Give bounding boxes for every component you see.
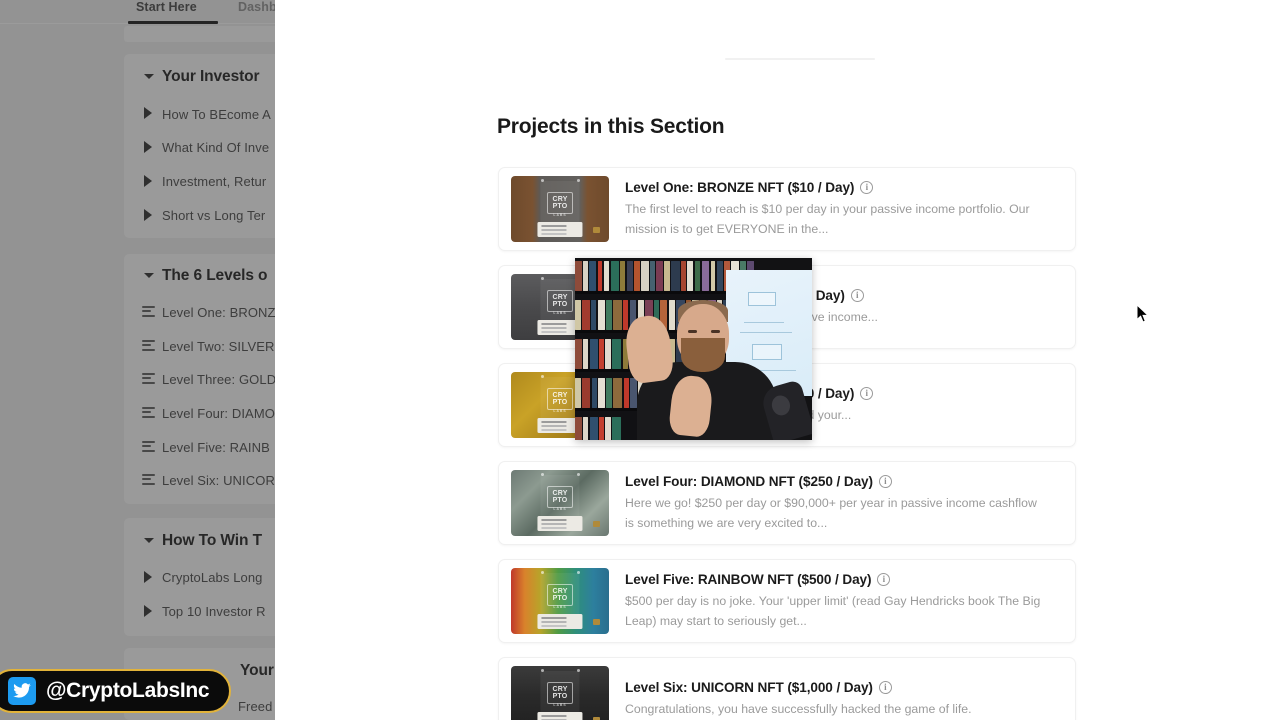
project-card-level-five[interactable]: CRY PTO LABS Level Five: RAINBOW NFT ($500… xyxy=(498,559,1076,643)
sidebar-item-level-one[interactable]: Level One: BRONZ xyxy=(162,305,275,320)
sidebar-item-level-two[interactable]: Level Two: SILVER xyxy=(162,339,275,354)
cryptolabs-logo-icon: CRY PTO LABS xyxy=(547,387,573,413)
sidebar-group-title-your-freedom: Your I xyxy=(240,662,275,679)
cryptolabs-logo-icon: CRY PTO LABS xyxy=(547,485,573,511)
sidebar-item-what-kind[interactable]: What Kind Of Inve xyxy=(162,140,269,155)
project-card-level-four[interactable]: CRY PTO LABS Level Four: DIAMOND NFT ($250… xyxy=(498,461,1076,545)
sidebar-item-investment-return[interactable]: Investment, Retur xyxy=(162,174,266,189)
chevron-right-icon[interactable] xyxy=(144,175,152,187)
project-title: Level Six: UNICORN NFT ($1,000 / Day) xyxy=(625,679,873,695)
project-title: Level One: BRONZE NFT ($10 / Day) xyxy=(625,179,855,195)
project-card-title-row: Level Four: DIAMOND NFT ($250 / Day) i xyxy=(625,474,1063,489)
tab-dashboard[interactable]: Dashb xyxy=(238,0,275,14)
chevron-down-icon[interactable] xyxy=(144,273,154,278)
project-card-title-row: Level One: BRONZE NFT ($10 / Day) i xyxy=(625,180,1063,195)
nft-thumbnail-unicorn: CRY PTO LABS xyxy=(511,666,609,720)
project-description: Here we go! $250 per day or $90,000+ per… xyxy=(625,495,1037,530)
sidebar-item-cryptolabs-long[interactable]: CryptoLabs Long xyxy=(162,570,263,585)
sidebar-group-title-six-levels: The 6 Levels o xyxy=(162,267,268,284)
chevron-down-icon[interactable] xyxy=(144,538,154,543)
list-lines-icon xyxy=(142,407,155,418)
nft-thumbnail-bronze: CRY PTO LABS xyxy=(511,176,609,242)
chevron-right-icon[interactable] xyxy=(144,209,152,221)
sidebar-item-how-to-become[interactable]: How To BEcome A xyxy=(162,107,271,122)
sidebar-item-top-10-investor[interactable]: Top 10 Investor R xyxy=(162,604,266,619)
cryptolabs-logo-icon: CRY PTO LABS xyxy=(547,289,573,315)
projects-list: CRY PTO LABS Level One: BRONZE NFT ($10 / … xyxy=(498,167,1076,720)
list-lines-icon xyxy=(142,306,155,317)
info-icon[interactable]: i xyxy=(878,474,892,488)
project-card-text: Level One: BRONZE NFT ($10 / Day) i The … xyxy=(609,180,1063,239)
chevron-right-icon[interactable] xyxy=(144,107,152,119)
screen-root: Start Here Dashb Your Investor How To BE… xyxy=(0,0,1280,720)
sidebar-item-level-four[interactable]: Level Four: DIAMO xyxy=(162,406,275,421)
info-icon[interactable]: i xyxy=(850,288,864,302)
nft-thumbnail-rainbow: CRY PTO LABS xyxy=(511,568,609,634)
person-beard xyxy=(681,338,725,372)
info-icon[interactable]: i xyxy=(860,180,874,194)
project-card-text: Level Five: RAINBOW NFT ($500 / Day) i $… xyxy=(609,572,1063,631)
cryptolabs-logo-icon: CRY PTO LABS xyxy=(547,681,573,707)
list-lines-icon xyxy=(142,441,155,452)
info-icon[interactable]: i xyxy=(878,680,892,694)
twitter-watermark-badge: @CryptoLabsInc xyxy=(0,669,232,713)
list-lines-icon xyxy=(142,474,155,485)
cryptolabs-logo-icon: CRY PTO LABS xyxy=(547,191,573,217)
person-eye-left xyxy=(688,330,697,333)
list-lines-icon xyxy=(142,373,155,384)
top-tab-bar: Start Here Dashb xyxy=(0,0,275,24)
project-card-text: Level Six: UNICORN NFT ($1,000 / Day) i … xyxy=(609,680,1063,719)
project-description: $500 per day is no joke. Your 'upper lim… xyxy=(625,593,1041,628)
project-card-title-row: Level Six: UNICORN NFT ($1,000 / Day) i xyxy=(625,680,1063,695)
info-icon[interactable]: i xyxy=(860,386,874,400)
project-title: Level Five: RAINBOW NFT ($500 / Day) xyxy=(625,571,872,587)
webcam-video-overlay[interactable] xyxy=(575,258,812,440)
project-card-title-row: Level Five: RAINBOW NFT ($500 / Day) i xyxy=(625,572,1063,587)
sidebar-item-short-vs-long[interactable]: Short vs Long Ter xyxy=(162,208,265,223)
list-lines-icon xyxy=(142,340,155,351)
mouse-cursor xyxy=(1136,303,1150,324)
project-description: The first level to reach is $10 per day … xyxy=(625,201,1030,236)
sidebar-item-level-six[interactable]: Level Six: UNICOR xyxy=(162,473,275,488)
project-card-text: Level Four: DIAMOND NFT ($250 / Day) i H… xyxy=(609,474,1063,533)
nft-thumbnail-diamond: CRY PTO LABS xyxy=(511,470,609,536)
active-tab-underline xyxy=(128,21,218,24)
background-application: Start Here Dashb Your Investor How To BE… xyxy=(0,0,275,720)
chevron-right-icon[interactable] xyxy=(144,605,152,617)
panel-divider xyxy=(725,58,875,60)
tab-start-here[interactable]: Start Here xyxy=(136,0,197,14)
sidebar-group-title-how-to-win: How To Win T xyxy=(162,532,262,549)
background-toolbar-strip xyxy=(124,26,275,42)
sidebar-item-freedom[interactable]: Freed xyxy=(238,699,272,714)
chevron-right-icon[interactable] xyxy=(144,571,152,583)
page-title: Projects in this Section xyxy=(497,115,725,138)
project-card-level-one[interactable]: CRY PTO LABS Level One: BRONZE NFT ($10 / … xyxy=(498,167,1076,251)
info-icon[interactable]: i xyxy=(877,572,891,586)
twitter-bird-icon xyxy=(8,677,36,705)
background-app-content: Start Here Dashb Your Investor How To BE… xyxy=(0,0,275,720)
chevron-down-icon[interactable] xyxy=(144,74,154,79)
project-title: Level Four: DIAMOND NFT ($250 / Day) xyxy=(625,473,873,489)
project-card-level-six[interactable]: CRY PTO LABS Level Six: UNICORN NFT ($1,00… xyxy=(498,657,1076,720)
twitter-handle-text: @CryptoLabsInc xyxy=(46,679,210,702)
sidebar-item-level-five[interactable]: Level Five: RAINB xyxy=(162,440,270,455)
sidebar-item-level-three[interactable]: Level Three: GOLD xyxy=(162,372,275,387)
cryptolabs-logo-icon: CRY PTO LABS xyxy=(547,583,573,609)
person-eye-right xyxy=(711,330,720,333)
project-description: Congratulations, you have successfully h… xyxy=(625,701,972,716)
chevron-right-icon[interactable] xyxy=(144,141,152,153)
sidebar-group-title-investor: Your Investor xyxy=(162,68,260,85)
